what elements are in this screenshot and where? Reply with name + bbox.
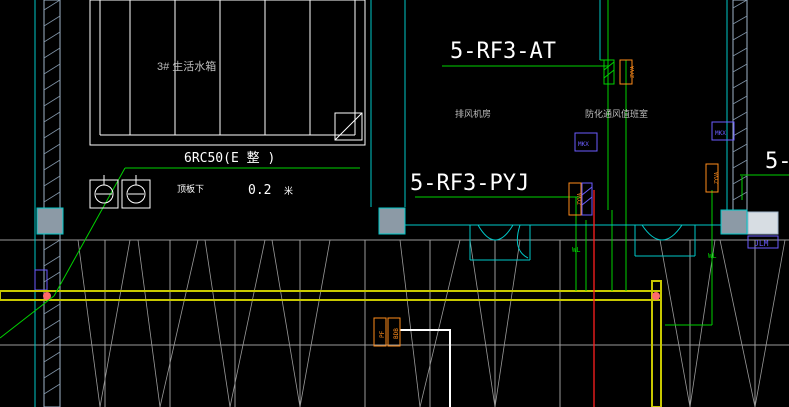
column-middle[interactable] xyxy=(378,207,406,235)
tag-5-rf3-at: 5-RF3-AT xyxy=(450,39,556,64)
wire-tag-1: WL xyxy=(572,246,580,254)
beam-node-right xyxy=(652,292,660,300)
valve-note-label: 顶板下 xyxy=(177,183,204,194)
tag-edge: 5- xyxy=(765,149,789,174)
depth-unit: 米 xyxy=(284,185,293,196)
cad-drawing-canvas[interactable]: 3# 生活水箱 5-RF3-AT 5-RF3-PYJ 5- 6RC50(E 整 … xyxy=(0,0,789,407)
smoke-room-label: 防化通风值班室 xyxy=(585,108,648,119)
column-left[interactable] xyxy=(36,207,64,235)
unit-label-top: ZYVA xyxy=(630,66,636,78)
unit-label-mid: ZYVA xyxy=(577,193,583,205)
mkx-label-left: MKX xyxy=(578,141,589,148)
jlm-label: JLM xyxy=(754,239,769,248)
box-pf-label: PF xyxy=(379,330,386,338)
fan-room-label: 排风机房 xyxy=(455,108,491,119)
tag-5-rf3-pyj: 5-RF3-PYJ xyxy=(410,171,529,196)
wire-tag-2: WL xyxy=(708,252,716,260)
tank-label: 3# 生活水箱 xyxy=(157,59,216,73)
pipe-spec-label: 6RC50(E 整 ) xyxy=(184,151,275,166)
column-right[interactable] xyxy=(720,209,748,235)
column-right-2[interactable] xyxy=(747,211,779,235)
unit-label-right: ZYVA xyxy=(714,172,720,184)
mkx-label-right: MKX xyxy=(715,130,726,137)
box-bdb-label: BDB xyxy=(393,328,400,339)
depth-value: 0.2 xyxy=(248,183,271,198)
